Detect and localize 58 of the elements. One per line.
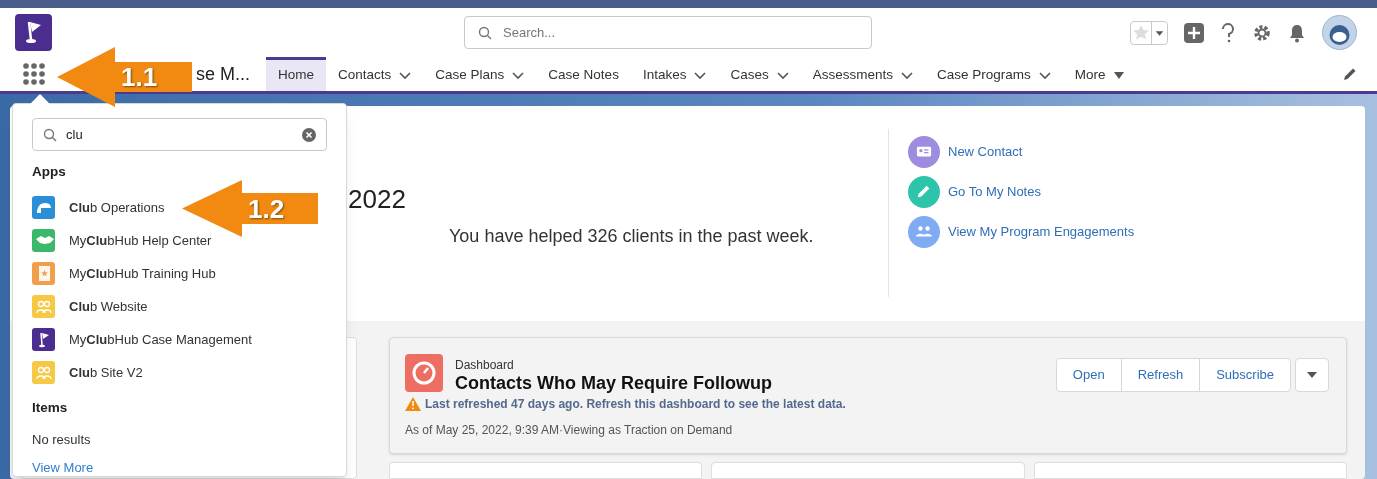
nav-tab[interactable]: Case Plans — [423, 57, 537, 91]
quick-link[interactable]: View My Program Engagements — [948, 222, 1135, 242]
nav-tab[interactable]: Case Programs — [924, 57, 1063, 91]
dashboard-title: Contacts Who May Require Followup — [455, 372, 773, 394]
app-logo — [15, 14, 52, 51]
view-more-link[interactable]: View More — [32, 458, 94, 478]
quick-link[interactable]: New Contact — [948, 142, 1023, 162]
search-field[interactable]: Search... — [464, 16, 872, 49]
help-icon[interactable] — [1220, 21, 1236, 44]
dashboard-caption: Dashboard — [455, 358, 515, 372]
gauge-icon — [405, 354, 443, 392]
nav-tab[interactable]: Home — [266, 57, 326, 91]
app-link[interactable]: Club Website — [69, 297, 148, 317]
edit-icon[interactable] — [1343, 67, 1357, 81]
caret-down-icon — [1307, 372, 1317, 378]
app-link[interactable]: Club Site V2 — [69, 363, 143, 383]
search-icon — [43, 128, 57, 142]
nav-tab[interactable]: Contacts — [326, 57, 424, 91]
warning-icon — [405, 397, 421, 411]
dashboard-button[interactable]: Subscribe — [1199, 359, 1290, 391]
callout-label: 1.2 — [248, 195, 285, 222]
settings-icon[interactable] — [1252, 22, 1272, 43]
apps-heading: Apps — [32, 163, 67, 181]
chevron-down-icon — [512, 71, 525, 80]
refresh-warning: Last refreshed 47 days ago. Refresh this dashboard to see the latest data. — [425, 396, 846, 413]
greeting-year: 2022 — [348, 184, 407, 214]
app-link[interactable]: MyClubHub Help Center — [69, 231, 212, 251]
caret-down-icon — [1113, 72, 1124, 79]
no-results-text: No results — [32, 430, 92, 449]
app-search-field[interactable]: clu — [32, 118, 327, 151]
nav-tab[interactable]: Cases — [718, 57, 801, 91]
as-of-text: As of May 25, 2022, 9:39 AM·Viewing as Traction on Demand — [405, 422, 734, 439]
quick-link[interactable]: Go To My Notes — [948, 182, 1041, 202]
chevron-down-icon — [1038, 71, 1051, 80]
items-heading: Items — [32, 399, 69, 418]
chevron-down-icon — [900, 71, 913, 80]
search-icon — [478, 26, 492, 40]
nav-tab[interactable]: Case Notes — [536, 57, 631, 91]
dashboard-button[interactable]: Open — [1056, 359, 1121, 391]
chevron-down-icon — [399, 71, 412, 80]
app-link[interactable]: MyClubHub Case Management — [69, 330, 252, 350]
app-name: se M... — [196, 62, 251, 86]
dashboard-button[interactable]: Refresh — [1120, 359, 1200, 391]
nav-tab[interactable]: More — [1062, 57, 1136, 91]
clear-icon[interactable] — [302, 128, 316, 142]
avatar[interactable] — [1322, 15, 1357, 50]
bell-icon[interactable] — [1288, 22, 1306, 43]
app-link[interactable]: Club Operations — [69, 198, 165, 218]
app-launcher-icon[interactable] — [22, 62, 46, 86]
app-link[interactable]: MyClubHub Training Hub — [69, 264, 216, 284]
nav-tab[interactable]: Assessments — [800, 57, 925, 91]
nav-tab[interactable]: Intakes — [630, 57, 719, 91]
menu-button[interactable] — [1295, 358, 1329, 392]
chevron-down-icon — [776, 71, 789, 80]
summary-text: You have helped 326 clients in the past week. — [449, 225, 815, 248]
chevron-down-icon — [694, 71, 707, 80]
plus-icon[interactable] — [1184, 22, 1204, 43]
callout-label: 1.1 — [121, 64, 158, 90]
